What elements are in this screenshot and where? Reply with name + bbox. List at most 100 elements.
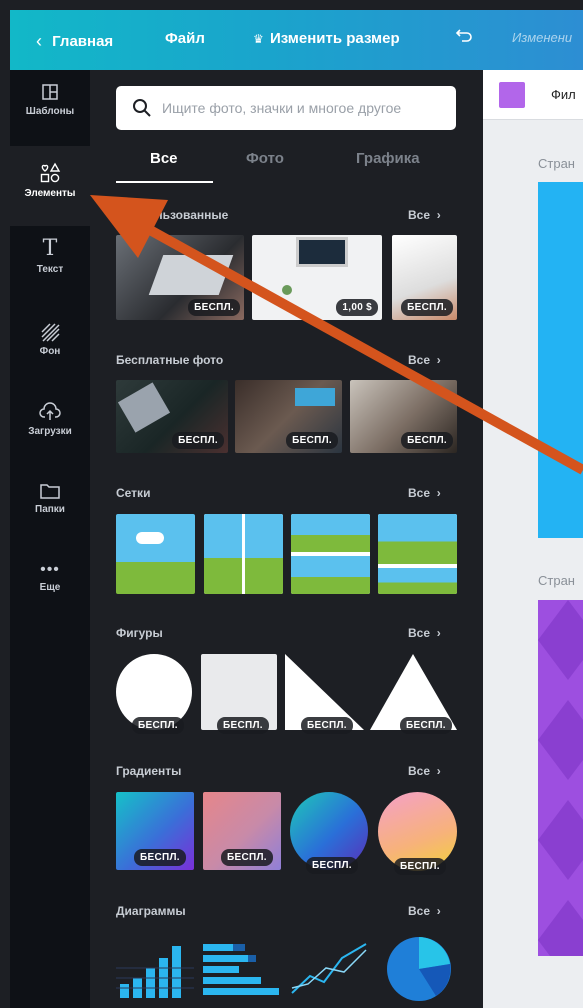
chevron-right-icon: › — [433, 486, 441, 500]
resize-button[interactable]: ♛ Изменить размер — [253, 30, 400, 47]
see-all-recent-link[interactable]: Все › — [408, 208, 441, 222]
design-canvas-area: Фил Стран Стран — [483, 70, 583, 1008]
folder-icon — [40, 484, 60, 499]
see-all-shapes-link[interactable]: Все › — [408, 626, 441, 640]
active-tab-indicator — [116, 181, 213, 183]
elements-icon — [40, 162, 61, 183]
grid-top-heavy[interactable] — [378, 514, 457, 594]
free-photo-table[interactable]: БЕСПЛ. — [235, 380, 342, 453]
price-badge: БЕСПЛ. — [301, 717, 353, 734]
more-icon: ••• — [40, 561, 60, 578]
design-page-1[interactable] — [538, 182, 583, 538]
tab-photos[interactable]: Фото — [246, 150, 284, 167]
section-title-grids: Сетки — [116, 486, 151, 500]
plant-shape — [282, 285, 292, 295]
grid-cell — [291, 556, 370, 594]
sidebar-item-templates[interactable]: Шаблоны — [10, 70, 90, 140]
see-all-grids-link[interactable]: Все › — [408, 486, 441, 500]
search-box[interactable] — [116, 86, 456, 130]
sidebar-label-more: Еще — [39, 582, 61, 593]
photo-detail — [148, 255, 234, 295]
chevron-right-icon: › — [433, 353, 441, 367]
shape-square[interactable]: БЕСПЛ. — [201, 654, 277, 734]
price-badge: 1,00 $ — [336, 299, 378, 316]
free-photo-laptop[interactable]: БЕСПЛ. — [350, 380, 457, 453]
left-sidebar: Шаблоны Элементы T Текст Фон Загрузки Па… — [10, 70, 90, 1008]
see-all-gradients-link[interactable]: Все › — [408, 764, 441, 778]
see-all-label: Все — [408, 486, 431, 500]
page-label-1: Стран — [538, 156, 575, 171]
search-input[interactable] — [162, 96, 447, 120]
elements-panel: Все Фото Графика о использованные Все › … — [90, 70, 483, 1008]
gradient-circle-peach[interactable]: БЕСПЛ. — [378, 792, 457, 875]
panel-tabs: Все Фото Графика — [116, 148, 456, 184]
chevron-right-icon: › — [433, 904, 441, 918]
sidebar-label-background: Фон — [39, 346, 61, 357]
tab-graphics[interactable]: Графика — [356, 150, 420, 167]
shape-triangle[interactable]: БЕСПЛ. — [370, 654, 457, 734]
grid-two-row[interactable] — [291, 514, 370, 594]
tab-all[interactable]: Все — [150, 150, 178, 167]
sidebar-item-background[interactable]: Фон — [10, 310, 90, 380]
design-page-2[interactable] — [538, 600, 583, 956]
grid-cell — [245, 514, 283, 594]
recent-photo-laptop[interactable]: БЕСПЛ. — [116, 235, 244, 320]
price-badge: БЕСПЛ. — [217, 717, 269, 734]
sidebar-item-more[interactable]: ••• Еще — [10, 550, 90, 620]
file-menu-button[interactable]: Файл — [165, 30, 205, 47]
see-all-charts-link[interactable]: Все › — [408, 904, 441, 918]
see-all-label: Все — [408, 904, 431, 918]
recent-photo-office[interactable]: БЕСПЛ. — [392, 235, 457, 320]
search-icon — [133, 99, 151, 117]
free-photo-notebook[interactable]: БЕСПЛ. — [116, 380, 228, 453]
sidebar-label-templates: Шаблоны — [25, 106, 75, 117]
canvas-toolbar: Фил — [483, 70, 583, 120]
see-all-free-photos-link[interactable]: Все › — [408, 353, 441, 367]
chart-thumb-hbar[interactable] — [203, 940, 283, 998]
pattern-diamonds — [538, 600, 583, 956]
price-badge: БЕСПЛ. — [401, 299, 453, 316]
section-title-charts: Диаграммы — [116, 904, 186, 918]
crown-icon: ♛ — [253, 32, 264, 46]
section-title-gradients: Градиенты — [116, 764, 182, 778]
photo-detail — [295, 388, 335, 406]
toolbar-filter-label[interactable]: Фил — [551, 87, 576, 102]
price-badge: БЕСПЛ. — [400, 717, 452, 734]
cloud-shape — [136, 532, 164, 544]
resize-label: Изменить размер — [269, 30, 400, 47]
templates-icon — [42, 84, 58, 100]
chart-thumb-pie[interactable] — [386, 936, 452, 1002]
back-home-button[interactable]: ‹ Главная — [36, 30, 113, 51]
shape-right-triangle[interactable]: БЕСПЛ. — [285, 654, 364, 734]
undo-icon — [455, 29, 472, 42]
gradient-pink-violet[interactable]: БЕСПЛ. — [203, 792, 281, 870]
fill-color-swatch[interactable] — [499, 82, 525, 108]
price-badge: БЕСПЛ. — [134, 849, 186, 866]
gradient-circle-blue[interactable]: БЕСПЛ. — [290, 792, 368, 874]
sidebar-label-uploads: Загрузки — [28, 426, 72, 437]
grid-cell — [378, 514, 457, 564]
gradient-teal-purple[interactable]: БЕСПЛ. — [116, 792, 194, 870]
sidebar-item-text[interactable]: T Текст — [10, 228, 90, 298]
monitor-shape — [296, 237, 348, 267]
section-title-recent: о использованные — [116, 208, 229, 222]
chevron-right-icon: › — [433, 764, 441, 778]
shape-circle[interactable]: БЕСПЛ. — [116, 654, 192, 734]
sidebar-item-folders[interactable]: Папки — [10, 470, 90, 540]
page-label-2: Стран — [538, 573, 575, 588]
price-badge: БЕСПЛ. — [172, 432, 224, 449]
price-badge: БЕСПЛ. — [132, 717, 184, 734]
grid-two-column[interactable] — [204, 514, 283, 594]
sidebar-item-elements[interactable]: Элементы — [10, 146, 90, 226]
upload-icon — [39, 402, 61, 420]
sidebar-label-elements: Элементы — [24, 188, 76, 199]
recent-photo-desk[interactable]: 1,00 $ — [252, 235, 382, 320]
grid-single[interactable] — [116, 514, 195, 594]
chevron-right-icon: › — [433, 626, 441, 640]
sidebar-item-uploads[interactable]: Загрузки — [10, 390, 90, 460]
grid-cell — [204, 514, 242, 594]
chevron-left-icon: ‹ — [36, 31, 42, 51]
chart-thumb-bar[interactable] — [116, 938, 194, 998]
undo-button[interactable] — [454, 24, 474, 48]
chart-thumb-line[interactable] — [290, 938, 370, 998]
